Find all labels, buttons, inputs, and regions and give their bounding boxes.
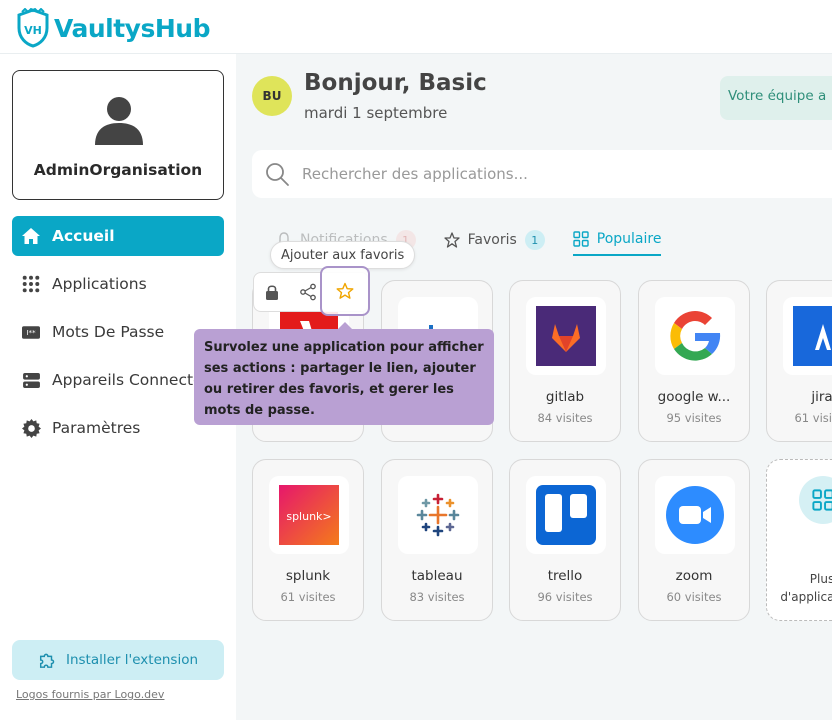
- app-name: tableau: [411, 568, 463, 584]
- greeting-date: mardi 1 septembre: [304, 104, 448, 122]
- splunk-icon: splunk>: [279, 485, 339, 545]
- app-name: splunk: [285, 568, 331, 584]
- app-visits: 96 visites: [537, 590, 593, 604]
- more-apps-label: Plus: [809, 572, 832, 586]
- grid-dots-icon: [20, 273, 42, 295]
- gear-icon: [20, 417, 42, 439]
- devices-icon: [20, 369, 42, 391]
- lock-icon: [266, 285, 278, 300]
- app-name: trello: [547, 568, 583, 584]
- app-logo: [655, 297, 735, 375]
- shield-logo-icon: VH: [17, 8, 49, 48]
- add-favorite-tooltip: Ajouter aux favoris: [270, 241, 416, 269]
- svg-text:splunk>: splunk>: [286, 510, 331, 523]
- password-action-button[interactable]: [254, 274, 290, 310]
- app-card-google[interactable]: google w... 95 visites: [638, 280, 750, 442]
- app-logo: [783, 297, 832, 375]
- grid-icon: [573, 231, 589, 247]
- app-logo: splunk>: [269, 476, 349, 554]
- app-visits: 61 visites: [280, 590, 336, 604]
- app-card-jira[interactable]: jira 61 visites: [766, 280, 832, 442]
- app-logo[interactable]: VH VaultysHub: [16, 8, 210, 48]
- google-icon: [670, 311, 721, 361]
- sidebar-item-label: Appareils Connectés: [52, 371, 211, 389]
- tab-label: Favoris: [467, 232, 517, 248]
- sidebar-item-applications[interactable]: Applications: [12, 264, 236, 304]
- app-card-splunk[interactable]: splunk> splunk 61 visites: [252, 459, 364, 621]
- tab-populaire[interactable]: Populaire: [572, 230, 662, 256]
- svg-text:I**: I**: [26, 328, 36, 337]
- app-visits: 83 visites: [409, 590, 465, 604]
- search-bar[interactable]: [252, 150, 832, 198]
- install-extension-button[interactable]: Installer l'extension: [12, 640, 224, 680]
- gitlab-icon: [536, 306, 596, 366]
- more-apps-label-2: d'applications: [780, 590, 832, 604]
- top-bar: VH VaultysHub: [0, 0, 832, 54]
- home-icon: [20, 225, 42, 247]
- app-name: zoom: [675, 568, 713, 584]
- app-logo: [398, 476, 478, 554]
- star-icon: [336, 282, 354, 299]
- onboarding-hint: Survolez une application pour afficher s…: [194, 329, 494, 425]
- brand-name: VaultysHub: [54, 13, 210, 43]
- more-apps-icon-wrap: [799, 476, 832, 524]
- greeting-title: Bonjour, Basic: [304, 70, 487, 96]
- tab-badge: 1: [524, 230, 545, 250]
- app-visits: 61 visites: [794, 411, 832, 425]
- app-visits: 60 visites: [666, 590, 722, 604]
- profile-name: AdminOrganisation: [33, 161, 203, 179]
- grid-icon: [812, 489, 832, 511]
- app-name: gitlab: [545, 389, 585, 405]
- app-visits: 95 visites: [666, 411, 722, 425]
- sidebar-item-label: Paramètres: [52, 419, 141, 437]
- tab-label: Populaire: [596, 231, 662, 247]
- team-banner[interactable]: Votre équipe a: [720, 76, 832, 120]
- sidebar-item-label: Applications: [52, 275, 147, 293]
- app-logo: [526, 297, 606, 375]
- logos-credit-link[interactable]: Logos fournis par Logo.dev: [16, 688, 164, 701]
- tableau-icon: [416, 493, 460, 537]
- tab-favoris[interactable]: Favoris 1: [443, 230, 545, 256]
- install-extension-label: Installer l'extension: [65, 652, 199, 668]
- profile-card[interactable]: AdminOrganisation: [12, 70, 224, 200]
- more-apps-card[interactable]: Plus d'applications: [766, 459, 832, 621]
- app-logo: [655, 476, 735, 554]
- sidebar-item-label: Accueil: [52, 227, 115, 245]
- svg-text:VH: VH: [24, 24, 42, 37]
- search-icon: [266, 163, 289, 186]
- app-name: jira: [811, 389, 832, 405]
- star-outline-icon: [443, 232, 460, 248]
- user-avatar-icon: [95, 97, 143, 145]
- zoom-icon: [666, 486, 724, 544]
- search-input[interactable]: [302, 165, 742, 183]
- app-card-trello[interactable]: trello 96 visites: [509, 459, 621, 621]
- favorite-action-button[interactable]: [320, 266, 370, 316]
- password-icon: I**: [20, 321, 42, 343]
- user-initials-avatar[interactable]: BU: [252, 76, 292, 116]
- share-icon: [300, 283, 316, 301]
- app-logo: [526, 476, 606, 554]
- app-card-gitlab[interactable]: gitlab 84 visites: [509, 280, 621, 442]
- app-card-tableau[interactable]: tableau 83 visites: [381, 459, 493, 621]
- trello-icon: [536, 485, 596, 545]
- sidebar-item-label: Mots De Passe: [52, 323, 165, 341]
- sidebar-item-accueil[interactable]: Accueil: [12, 216, 224, 256]
- app-name: google w...: [657, 389, 731, 405]
- jira-icon: [793, 306, 832, 366]
- app-action-bar: [253, 266, 370, 316]
- puzzle-icon: [39, 653, 55, 668]
- app-visits: 84 visites: [537, 411, 593, 425]
- app-card-zoom[interactable]: zoom 60 visites: [638, 459, 750, 621]
